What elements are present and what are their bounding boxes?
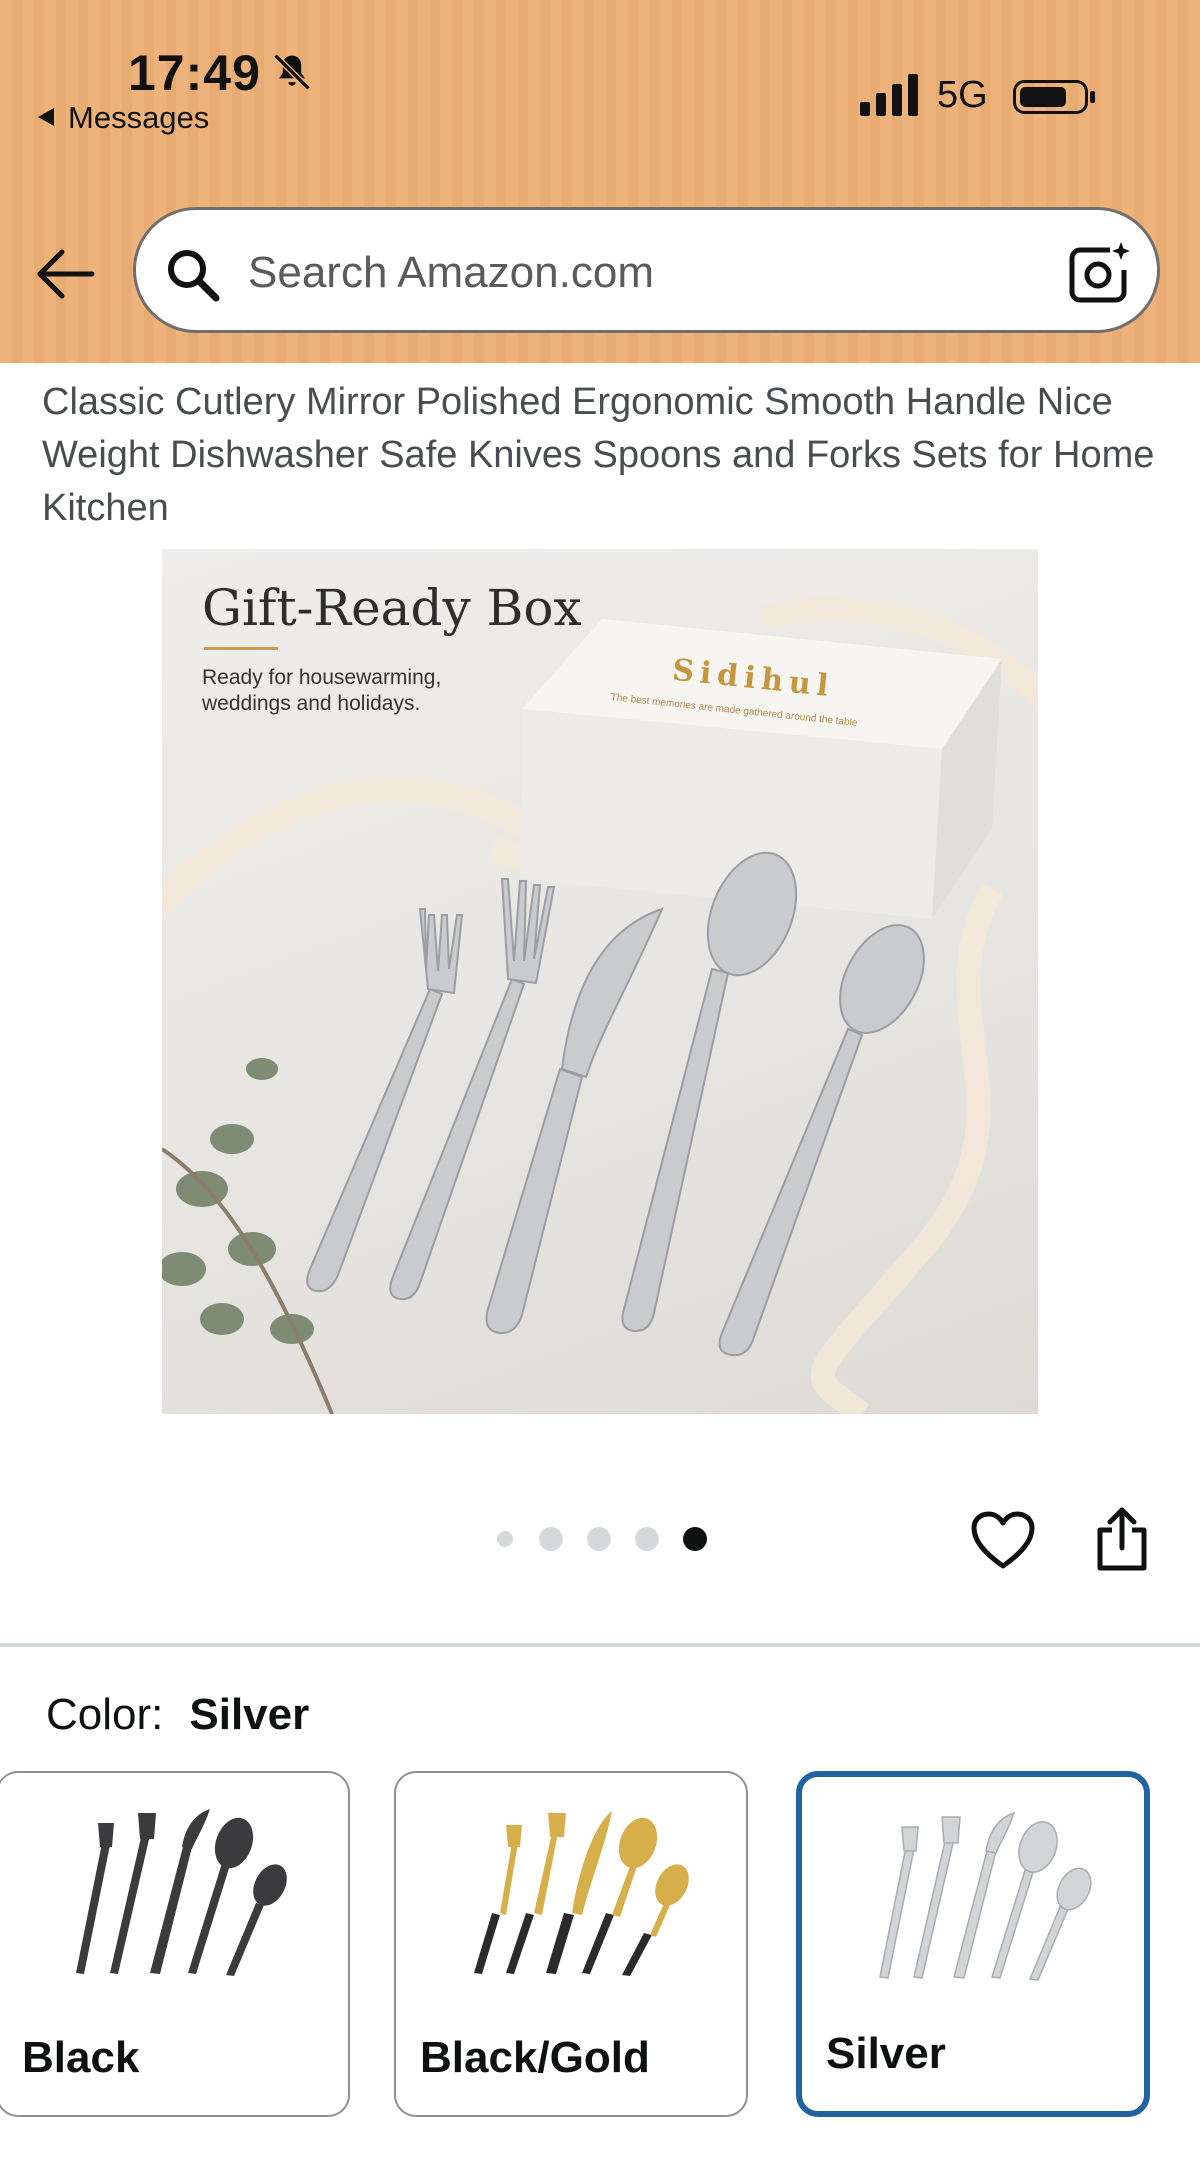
color-option-name: Silver xyxy=(826,2029,946,2078)
search-icon xyxy=(168,250,220,302)
section-divider xyxy=(0,1643,1200,1647)
signal-icon xyxy=(860,74,918,116)
color-option-black-gold[interactable]: Black/Gold xyxy=(394,1771,748,2117)
carousel-dot[interactable] xyxy=(539,1527,563,1551)
back-to-messages[interactable]: Messages xyxy=(38,100,209,136)
status-time: 17:49 xyxy=(128,45,261,101)
image-heading: Gift-Ready Box xyxy=(202,579,582,637)
search-placeholder: Search Amazon.com xyxy=(248,248,654,297)
black-gold-cutlery-thumbnail xyxy=(474,1811,689,1976)
product-image[interactable]: Gift-Ready Box Ready for housewarming, w… xyxy=(162,549,1038,1414)
black-cutlery-thumbnail xyxy=(76,1809,287,1976)
carousel-dot-active[interactable] xyxy=(683,1527,707,1551)
back-to-messages-label: Messages xyxy=(68,100,210,135)
bell-muted-icon xyxy=(273,53,311,91)
color-option-silver[interactable]: Silver xyxy=(796,1771,1150,2117)
color-option-name: Black xyxy=(22,2033,140,2082)
color-option-black[interactable]: Black xyxy=(0,1771,350,2117)
carousel-dot[interactable] xyxy=(635,1527,659,1551)
silver-cutlery-thumbnail xyxy=(879,1811,1092,1981)
back-triangle-icon xyxy=(38,108,54,126)
product-title: Classic Cutlery Mirror Polished Ergonomi… xyxy=(42,381,1155,529)
share-icon[interactable] xyxy=(1094,1506,1150,1572)
network-type: 5G xyxy=(937,74,988,116)
back-arrow-icon[interactable] xyxy=(34,248,96,300)
search-bar[interactable]: Search Amazon.com xyxy=(133,207,1160,333)
carousel-dot[interactable] xyxy=(497,1531,513,1547)
color-selected-value: Silver xyxy=(189,1690,310,1739)
heart-icon[interactable] xyxy=(970,1510,1036,1572)
heading-underline xyxy=(204,647,278,650)
color-option-name: Black/Gold xyxy=(420,2033,650,2082)
carousel-dot[interactable] xyxy=(587,1527,611,1551)
image-subtext: Ready for housewarming, weddings and hol… xyxy=(202,666,442,715)
color-selection-label: Color: Silver xyxy=(46,1690,309,1740)
camera-search-icon[interactable] xyxy=(1066,240,1132,306)
app-header: 17:49 Messages 5G Search Amazon.com xyxy=(0,0,1200,363)
battery-icon xyxy=(1013,80,1095,114)
color-label: Color: xyxy=(46,1690,164,1739)
